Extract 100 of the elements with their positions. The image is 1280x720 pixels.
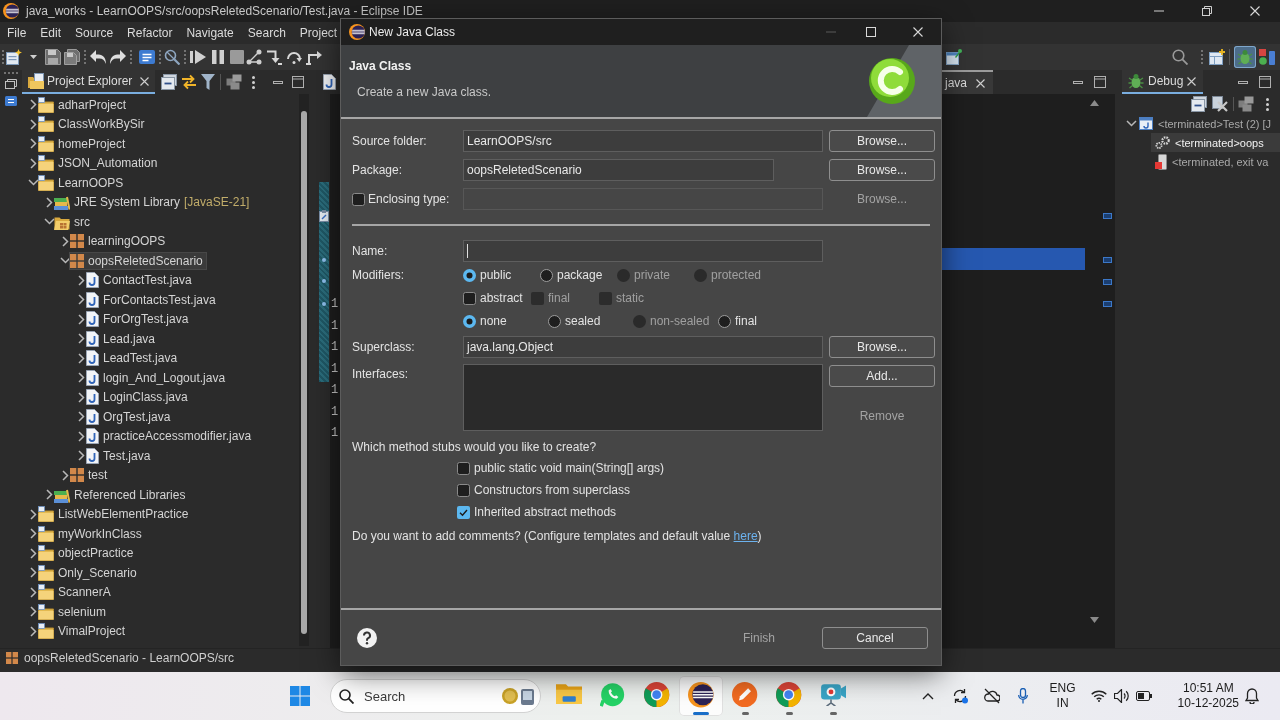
tree-item[interactable]: homeProject (37, 134, 130, 153)
tree-item[interactable]: login_And_Logout.java (85, 368, 230, 387)
sync-icon[interactable] (951, 688, 968, 704)
bell-icon[interactable] (1245, 688, 1259, 704)
hook-arrow-icon[interactable] (266, 49, 282, 65)
checkbox[interactable] (352, 192, 365, 206)
chevron-right-icon[interactable] (30, 625, 37, 637)
maximize-icon[interactable] (866, 27, 876, 37)
option-label[interactable]: public (480, 268, 512, 282)
tree-item[interactable]: ListWebElementPractice (37, 505, 193, 524)
note-icon[interactable] (5, 96, 17, 106)
option-label[interactable]: sealed (565, 314, 601, 328)
tree-item[interactable]: ForOrgTest.java (85, 310, 193, 329)
chevron-down-icon[interactable] (28, 179, 39, 187)
minimize-icon[interactable] (1238, 80, 1248, 84)
minimize-icon[interactable] (273, 80, 284, 84)
search-icon[interactable] (1172, 49, 1188, 65)
tree-item[interactable]: objectPractice (37, 544, 138, 563)
scrollbar-thumb[interactable] (301, 111, 307, 634)
more-icon[interactable] (252, 75, 256, 89)
text-field[interactable]: LearnOOPS/src (463, 130, 823, 152)
menu-item[interactable]: Refactor (120, 26, 180, 40)
chevron-right-icon[interactable] (78, 274, 85, 286)
radio-button[interactable] (463, 268, 476, 282)
option-label[interactable]: package (557, 268, 603, 282)
chevron-right-icon[interactable] (30, 118, 37, 130)
tree-item[interactable]: LeadTest.java (85, 349, 182, 368)
tree-item[interactable]: adharProject (37, 95, 131, 114)
chevron-right-icon[interactable] (78, 313, 85, 325)
save-all-icon[interactable] (64, 49, 80, 65)
radio-button[interactable] (463, 314, 476, 328)
help-icon[interactable] (357, 627, 377, 648)
search-field[interactable]: Search (330, 679, 541, 713)
tree-item[interactable]: LearnOOPS (37, 173, 128, 192)
templates-link[interactable]: here (733, 529, 758, 543)
chevron-right-icon[interactable] (30, 567, 37, 579)
chevron-right-icon[interactable] (30, 547, 37, 559)
perspective-button[interactable] (1256, 46, 1278, 68)
restore-icon[interactable] (1202, 6, 1212, 16)
caret-icon[interactable] (30, 55, 37, 59)
close-icon[interactable] (140, 76, 150, 86)
tree-item[interactable]: Test.java (85, 446, 155, 465)
tree-item[interactable]: ForContactsTest.java (85, 290, 220, 309)
play-icon[interactable] (190, 50, 206, 64)
chevron-right-icon[interactable] (30, 528, 37, 540)
chevron-right-icon[interactable] (30, 138, 37, 150)
tree-item[interactable]: ScannerA (37, 583, 115, 602)
browse-button[interactable]: Browse... (829, 130, 935, 152)
scroll-up-icon[interactable] (1089, 100, 1099, 106)
tree-item[interactable]: OrgTest.java (85, 407, 175, 426)
option-label[interactable]: none (480, 314, 507, 328)
maximize-icon[interactable] (292, 76, 305, 88)
chevron-right-icon[interactable] (62, 235, 69, 247)
save-icon[interactable] (45, 49, 61, 65)
tree-item[interactable]: Only_Scenario (37, 563, 141, 582)
browse-button[interactable]: Browse... (829, 159, 935, 181)
chevron-right-icon[interactable] (30, 99, 37, 111)
minimize-icon[interactable] (1073, 80, 1083, 84)
radio-button[interactable] (540, 268, 553, 282)
option-label[interactable]: Inherited abstract methods (474, 505, 617, 519)
swap-arrows-icon[interactable] (181, 74, 198, 90)
tree-item[interactable]: test (69, 466, 112, 485)
option-label[interactable]: abstract (480, 291, 523, 305)
battery-icon[interactable] (1135, 691, 1152, 701)
new-file-icon[interactable] (6, 49, 22, 65)
checkbox[interactable] (457, 505, 470, 519)
microphone-icon[interactable] (1017, 688, 1028, 704)
note-icon[interactable] (139, 50, 155, 64)
close-icon[interactable] (913, 27, 923, 37)
checkbox[interactable] (457, 483, 470, 497)
chevron-up-icon[interactable] (921, 692, 934, 700)
tree-item[interactable]: JRE System Library [JavaSE-21] (53, 193, 254, 212)
checkbox[interactable] (463, 291, 476, 305)
chevron-right-icon[interactable] (78, 430, 85, 442)
menu-item[interactable]: Project (292, 26, 345, 40)
close-icon[interactable] (1187, 76, 1197, 86)
scrollbar[interactable] (299, 94, 309, 646)
chevron-right-icon[interactable] (78, 352, 85, 364)
cancel-button[interactable]: Cancel (822, 626, 928, 649)
maximize-icon[interactable] (1094, 76, 1106, 88)
menu-item[interactable]: Source (68, 26, 121, 40)
crossed-cloud-icon[interactable] (983, 688, 1000, 704)
view-tab[interactable]: Project Explorer (22, 70, 156, 94)
tree-item[interactable]: src (53, 212, 94, 231)
crossed-magnifier-icon[interactable] (164, 49, 180, 65)
collapse-all-icon[interactable] (161, 74, 178, 90)
chevron-right-icon[interactable] (78, 333, 85, 345)
text-field[interactable] (463, 240, 823, 262)
clock[interactable]: 10:51 AM 10-12-2025 (1177, 681, 1239, 711)
return-arrow-icon[interactable] (306, 49, 322, 65)
tree-item[interactable]: ContactTest.java (85, 271, 196, 290)
option-label[interactable]: Constructors from superclass (474, 483, 631, 497)
start-icon[interactable] (290, 686, 310, 706)
chevron-right-icon[interactable] (62, 469, 69, 481)
radio-button[interactable] (718, 314, 731, 328)
browse-button[interactable]: Browse... (829, 336, 935, 358)
remove-all-icon[interactable] (1212, 96, 1228, 112)
tree-item[interactable]: myWorkInClass (37, 524, 146, 543)
close-icon[interactable] (976, 78, 985, 88)
menu-item[interactable]: Search (240, 26, 293, 40)
